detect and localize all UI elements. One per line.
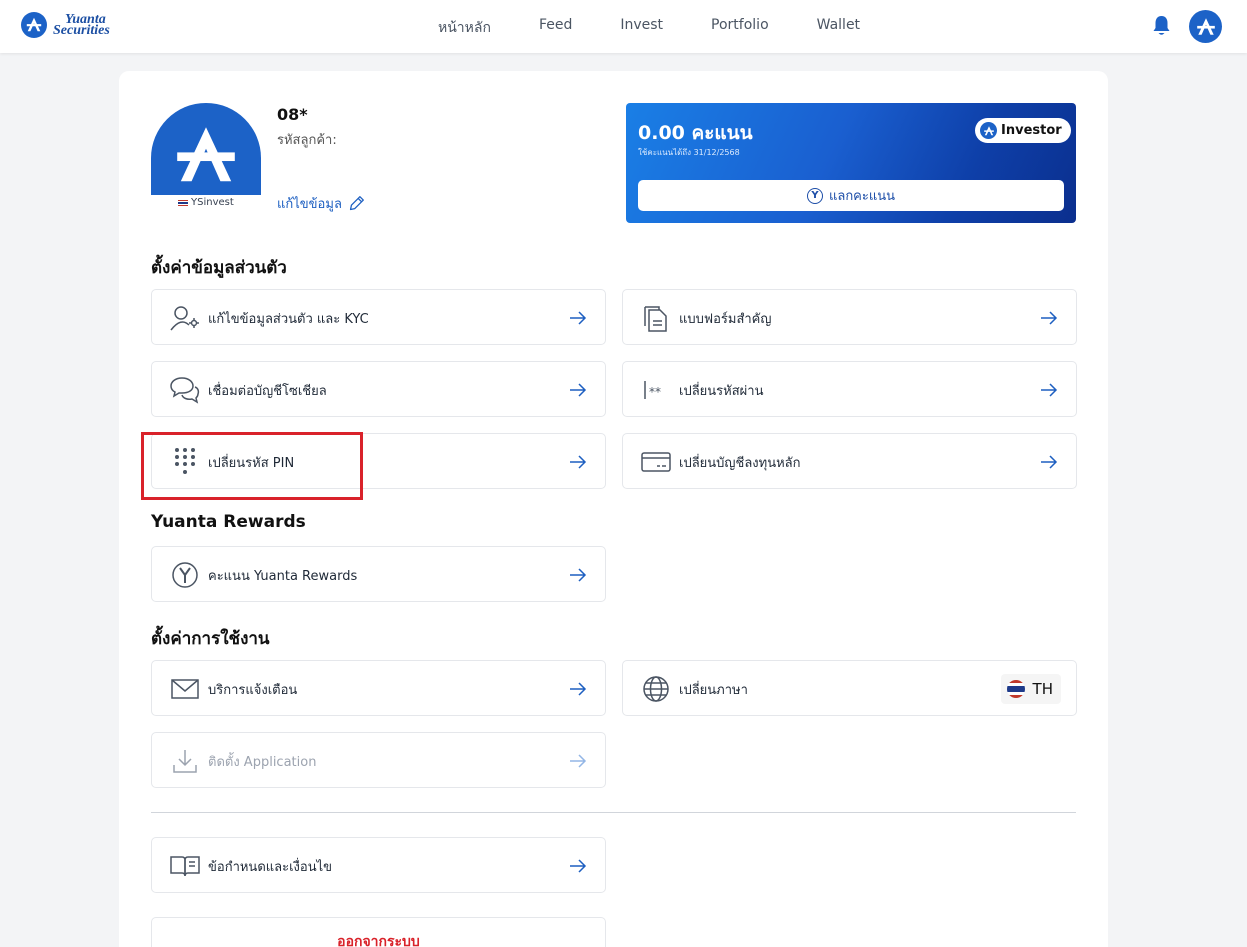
- chat-bubbles-icon: [170, 375, 200, 405]
- yuanta-rewards-icon: [170, 560, 200, 590]
- nav-feed[interactable]: Feed: [539, 17, 572, 39]
- thai-flag-icon: [1006, 680, 1025, 698]
- yuanta-logo-icon: [21, 12, 47, 38]
- change-language-item[interactable]: เปลี่ยนภาษา TH: [622, 660, 1077, 716]
- svg-text:**: **: [649, 385, 661, 399]
- profile-avatar: YSinvest: [151, 103, 261, 213]
- user-settings-icon: [170, 303, 200, 333]
- language-selector[interactable]: TH: [1000, 674, 1061, 704]
- tier-badge: Investor: [975, 118, 1071, 143]
- ysinvest-caption: YSinvest: [178, 197, 234, 208]
- nav-invest[interactable]: Invest: [620, 17, 663, 39]
- change-bank-account-item[interactable]: เปลี่ยนบัญชีลงทุนหลัก: [622, 433, 1077, 489]
- pencil-icon: [349, 196, 364, 211]
- user-avatar[interactable]: [1189, 10, 1222, 43]
- redeem-points-button[interactable]: Y แลกคะแนน: [638, 180, 1064, 211]
- section-usage-title: ตั้งค่าการใช้งาน: [151, 629, 270, 649]
- download-icon: [170, 746, 200, 776]
- globe-icon: [641, 674, 671, 704]
- nav-home[interactable]: หน้าหลัก: [438, 17, 491, 39]
- user-id: 08*: [277, 105, 308, 124]
- top-navbar: Yuanta Securities หน้าหลัก Feed Invest P…: [0, 0, 1247, 53]
- profile-avatar-image: [151, 103, 261, 195]
- arrow-right-icon: [1040, 454, 1058, 473]
- section-personal-title: ตั้งค่าข้อมูลส่วนตัว: [151, 258, 287, 278]
- forms-item[interactable]: แบบฟอร์มสำคัญ: [622, 289, 1077, 345]
- arrow-right-icon: [569, 681, 587, 700]
- points-card: 0.00 คะแนน ใช้คะแนนได้ถึง 31/12/2568 Inv…: [626, 103, 1076, 223]
- install-app-item[interactable]: ติดตั้ง Application: [151, 732, 606, 788]
- arrow-right-icon: [569, 567, 587, 586]
- nav-wallet[interactable]: Wallet: [817, 17, 860, 39]
- section-rewards-title: Yuanta Rewards: [151, 512, 306, 532]
- pin-highlight-box: [141, 432, 363, 500]
- edit-kyc-item[interactable]: แก้ไขข้อมูลส่วนตัว และ KYC: [151, 289, 606, 345]
- social-account-item[interactable]: เชื่อมต่อบัญชีโซเชียล: [151, 361, 606, 417]
- arrow-right-icon: [569, 310, 587, 329]
- password-icon: **: [641, 375, 671, 405]
- arrow-right-icon: [569, 858, 587, 877]
- divider: [151, 812, 1076, 813]
- bell-icon[interactable]: [1151, 15, 1172, 41]
- points-expiry: ใช้คะแนนได้ถึง 31/12/2568: [638, 148, 740, 157]
- yuanta-logo[interactable]: Yuanta Securities: [21, 12, 110, 38]
- envelope-icon: [170, 674, 200, 704]
- logout-button[interactable]: ออกจากระบบ: [151, 917, 606, 947]
- rewards-points-item[interactable]: คะแนน Yuanta Rewards: [151, 546, 606, 602]
- arrow-right-icon: [1040, 382, 1058, 401]
- notifications-item[interactable]: บริการแจ้งเตือน: [151, 660, 606, 716]
- documents-icon: [641, 303, 671, 333]
- customer-id-label: รหัสลูกค้า:: [277, 133, 337, 148]
- open-book-icon: [170, 851, 200, 881]
- logo-wordmark: Yuanta Securities: [53, 12, 110, 38]
- thai-flag-icon: [178, 199, 188, 206]
- change-password-item[interactable]: ** เปลี่ยนรหัสผ่าน: [622, 361, 1077, 417]
- yuanta-rewards-icon: Y: [806, 187, 823, 204]
- edit-profile-link[interactable]: แก้ไขข้อมูล: [277, 193, 365, 214]
- main-nav: หน้าหลัก Feed Invest Portfolio Wallet: [438, 17, 908, 39]
- yuanta-badge-icon: [980, 122, 997, 139]
- terms-item[interactable]: ข้อกำหนดและเงื่อนไข: [151, 837, 606, 893]
- points-value: 0.00 คะแนน: [638, 122, 753, 144]
- arrow-right-icon: [569, 753, 587, 772]
- arrow-right-icon: [569, 382, 587, 401]
- bank-card-icon: [641, 447, 671, 477]
- arrow-right-icon: [569, 454, 587, 473]
- nav-portfolio[interactable]: Portfolio: [711, 17, 769, 39]
- arrow-right-icon: [1040, 310, 1058, 329]
